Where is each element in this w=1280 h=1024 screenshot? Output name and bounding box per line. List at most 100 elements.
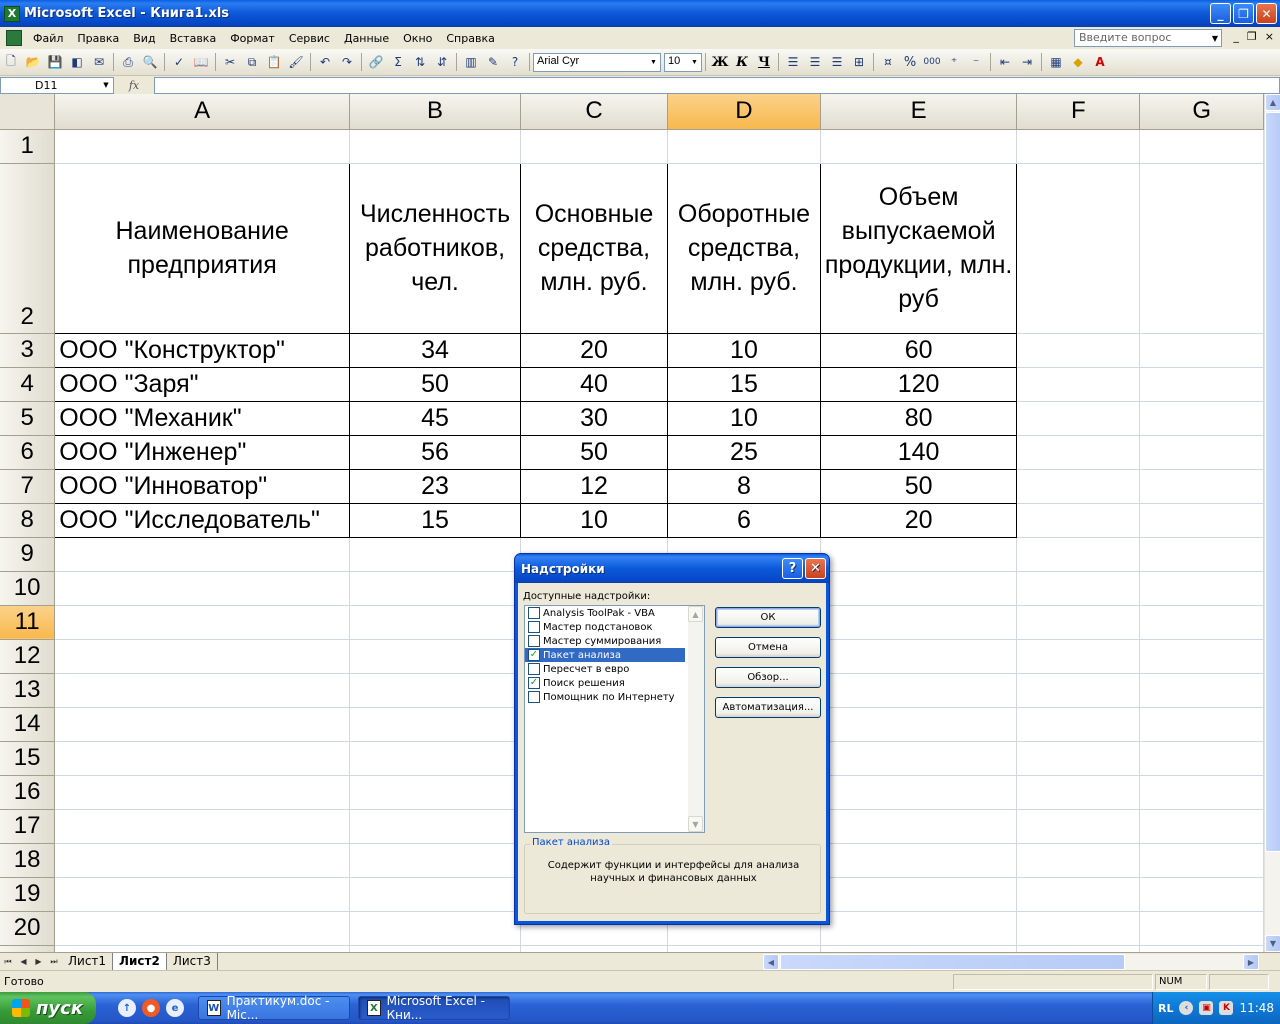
autosum-icon[interactable]: Σ [388, 52, 408, 72]
format-painter-icon[interactable]: 🖌 [286, 52, 306, 72]
cell[interactable] [1016, 775, 1141, 810]
cell[interactable] [520, 945, 668, 952]
cell[interactable] [820, 911, 1018, 946]
column-header[interactable]: G [1139, 94, 1264, 130]
cell[interactable] [54, 911, 350, 946]
cell[interactable] [820, 605, 1018, 640]
column-header[interactable]: C [520, 94, 668, 130]
vertical-scroll-thumb[interactable] [1265, 112, 1280, 852]
borders-icon[interactable]: ▦ [1046, 52, 1066, 72]
cell[interactable] [349, 945, 522, 952]
start-button[interactable]: пуск [0, 992, 96, 1024]
cell[interactable] [1016, 503, 1141, 538]
row-header[interactable]: 18 [0, 843, 56, 878]
cell[interactable] [1139, 537, 1264, 572]
cancel-button[interactable]: Отмена [715, 637, 821, 658]
menu-edit[interactable]: Правка [70, 30, 126, 47]
thousands-button[interactable]: 000 [922, 52, 942, 72]
cell-value[interactable]: 25 [666, 434, 822, 470]
row-header-active[interactable]: 11 [0, 605, 56, 640]
row-header[interactable]: 16 [0, 775, 56, 810]
scroll-left-icon[interactable]: ◀ [763, 954, 779, 970]
scroll-up-icon[interactable]: ▲ [1265, 94, 1280, 111]
cell[interactable] [820, 707, 1018, 742]
increase-indent-icon[interactable]: ⇥ [1017, 52, 1037, 72]
cell[interactable] [1016, 367, 1141, 402]
cell[interactable] [820, 537, 1018, 572]
font-color-icon[interactable]: A [1090, 52, 1110, 72]
addin-list-item[interactable]: ✓ Поиск решения [525, 676, 685, 690]
chevron-down-icon[interactable]: ▼ [1209, 30, 1221, 46]
addin-list-item[interactable]: Мастер подстановок [525, 620, 685, 634]
row-header[interactable]: 21 [0, 945, 56, 952]
italic-button[interactable]: К [731, 52, 753, 72]
checkbox-checked[interactable]: ✓ [528, 649, 540, 661]
cell[interactable] [1016, 673, 1141, 708]
last-sheet-icon[interactable]: ⏭ [50, 957, 57, 967]
merge-center-icon[interactable]: ⊞ [849, 52, 869, 72]
cell[interactable] [54, 741, 350, 776]
cell[interactable] [1016, 571, 1141, 606]
column-header[interactable]: E [820, 94, 1018, 130]
scroll-down-icon[interactable]: ▼ [688, 816, 703, 832]
cell[interactable] [1139, 129, 1264, 164]
checkbox-unchecked[interactable] [528, 691, 540, 703]
cell-value[interactable]: 15 [348, 502, 522, 538]
checkbox-unchecked[interactable] [528, 621, 540, 633]
cell-value[interactable]: 23 [348, 468, 522, 504]
cell[interactable] [1016, 605, 1141, 640]
header-cell-working-capital[interactable]: Оборотные средства, млн. руб. [666, 162, 822, 334]
menu-view[interactable]: Вид [126, 30, 162, 47]
email-icon[interactable]: ✉ [89, 52, 109, 72]
column-header[interactable]: B [349, 94, 522, 130]
cell[interactable] [1139, 673, 1264, 708]
addins-list[interactable]: Analysis ToolPak - VBA Мастер подстановок… [524, 605, 705, 833]
cell-value[interactable]: 50 [520, 434, 668, 470]
row-header[interactable]: 3 [0, 333, 56, 368]
dialog-close-button[interactable]: ✕ [805, 558, 826, 579]
cell[interactable] [667, 945, 822, 952]
help-icon[interactable]: ? [505, 52, 525, 72]
app-icon[interactable]: ● [142, 999, 160, 1017]
sheet-tab-active[interactable]: Лист2 [113, 953, 167, 970]
underline-button[interactable]: Ч [753, 52, 775, 72]
header-cell-name[interactable]: Наименование предприятия [54, 162, 350, 334]
cell[interactable] [1016, 129, 1141, 164]
column-header[interactable]: F [1016, 94, 1141, 130]
taskbar-item-excel[interactable]: X Microsoft Excel - Кни... [358, 994, 510, 1022]
row-header[interactable]: 12 [0, 639, 56, 674]
addin-list-item[interactable]: Помощник по Интернету [525, 690, 685, 704]
cell[interactable] [349, 707, 522, 742]
cell[interactable] [349, 741, 522, 776]
research-icon[interactable]: 📖 [191, 52, 211, 72]
cell[interactable] [349, 639, 522, 674]
row-header[interactable]: 7 [0, 469, 56, 504]
cell[interactable] [1016, 469, 1141, 504]
cell-value[interactable]: 56 [348, 434, 522, 470]
first-sheet-icon[interactable]: ⏮ [4, 957, 11, 967]
cell[interactable] [349, 571, 522, 606]
cell[interactable] [1139, 843, 1264, 878]
cell-value[interactable]: 20 [520, 332, 668, 368]
redo-icon[interactable]: ↷ [337, 52, 357, 72]
help-search-input[interactable]: Введите вопрос ▼ [1074, 29, 1222, 47]
percent-button[interactable]: % [900, 52, 920, 72]
chevron-down-icon[interactable]: ▼ [689, 55, 700, 70]
scroll-right-icon[interactable]: ▶ [1243, 954, 1259, 970]
cell[interactable] [1016, 163, 1141, 334]
chart-wizard-icon[interactable]: ▥ [461, 52, 481, 72]
column-header-active[interactable]: D [667, 94, 822, 130]
row-header[interactable]: 17 [0, 809, 56, 844]
cell[interactable] [1139, 401, 1264, 436]
sheet-tab[interactable]: Лист1 [62, 953, 114, 970]
cell-value[interactable]: 120 [820, 366, 1018, 402]
cell[interactable] [54, 843, 350, 878]
cell[interactable] [520, 129, 668, 164]
network-icon[interactable]: ▣ [1199, 1001, 1214, 1015]
fill-color-icon[interactable]: ◆ [1068, 52, 1088, 72]
cell[interactable] [349, 673, 522, 708]
arrow-up-icon[interactable]: ↑ [118, 999, 136, 1017]
cell-company-name[interactable]: ООО "Инноватор" [54, 468, 350, 504]
row-header[interactable]: 8 [0, 503, 56, 538]
menu-help[interactable]: Справка [439, 30, 501, 47]
